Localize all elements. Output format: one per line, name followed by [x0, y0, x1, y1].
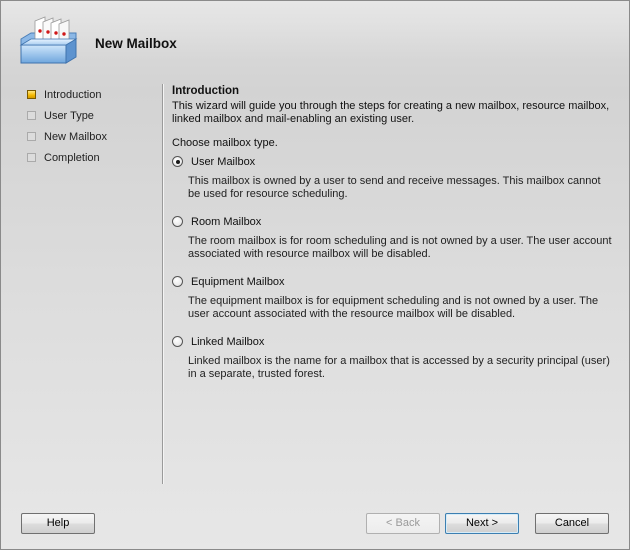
- equipment-mailbox-radio-row[interactable]: Equipment Mailbox: [172, 273, 612, 290]
- nav-divider: [162, 84, 163, 484]
- linked-mailbox-radio[interactable]: [172, 336, 183, 347]
- room-mailbox-radio-row[interactable]: Room Mailbox: [172, 213, 612, 230]
- step-active-indicator-icon: [27, 90, 36, 99]
- user-mailbox-label[interactable]: User Mailbox: [191, 156, 255, 168]
- step-navigation: Introduction User Type New Mailbox Compl…: [27, 84, 157, 168]
- nav-step-completion[interactable]: Completion: [27, 147, 157, 168]
- intro-text: This wizard will guide you through the s…: [172, 100, 610, 125]
- option-equipment-mailbox: Equipment Mailbox The equipment mailbox …: [172, 273, 612, 321]
- wizard-header: New Mailbox: [1, 1, 629, 79]
- room-mailbox-description: The room mailbox is for room scheduling …: [188, 235, 612, 260]
- choose-mailbox-type-label: Choose mailbox type.: [172, 137, 278, 149]
- wizard-content: Introduction This wizard will guide you …: [172, 85, 612, 393]
- nav-step-label: Completion: [44, 151, 100, 164]
- next-button[interactable]: Next >: [445, 513, 519, 534]
- cancel-button[interactable]: Cancel: [535, 513, 609, 534]
- step-pending-indicator-icon: [27, 132, 36, 141]
- option-user-mailbox: User Mailbox This mailbox is owned by a …: [172, 153, 612, 201]
- user-mailbox-description: This mailbox is owned by a user to send …: [188, 175, 601, 200]
- equipment-mailbox-radio[interactable]: [172, 276, 183, 287]
- wizard-window: New Mailbox Introduction User Type New M…: [0, 0, 630, 550]
- nav-step-introduction[interactable]: Introduction: [27, 84, 157, 105]
- help-button[interactable]: Help: [21, 513, 95, 534]
- nav-step-new-mailbox[interactable]: New Mailbox: [27, 126, 157, 147]
- linked-mailbox-label[interactable]: Linked Mailbox: [191, 336, 264, 348]
- option-room-mailbox: Room Mailbox The room mailbox is for roo…: [172, 213, 612, 261]
- nav-step-user-type[interactable]: User Type: [27, 105, 157, 126]
- nav-step-label: Introduction: [44, 88, 102, 101]
- step-pending-indicator-icon: [27, 111, 36, 120]
- linked-mailbox-description: Linked mailbox is the name for a mailbox…: [188, 355, 610, 380]
- nav-step-label: New Mailbox: [44, 130, 107, 143]
- room-mailbox-label[interactable]: Room Mailbox: [191, 216, 261, 228]
- nav-step-label: User Type: [44, 109, 94, 122]
- wizard-title: New Mailbox: [95, 36, 177, 51]
- user-mailbox-radio[interactable]: [172, 156, 183, 167]
- back-button[interactable]: < Back: [366, 513, 440, 534]
- room-mailbox-radio[interactable]: [172, 216, 183, 227]
- mailbox-icon: [19, 16, 78, 64]
- equipment-mailbox-label[interactable]: Equipment Mailbox: [191, 276, 285, 288]
- linked-mailbox-radio-row[interactable]: Linked Mailbox: [172, 333, 612, 350]
- equipment-mailbox-description: The equipment mailbox is for equipment s…: [188, 295, 599, 320]
- section-title: Introduction: [172, 85, 240, 97]
- option-linked-mailbox: Linked Mailbox Linked mailbox is the nam…: [172, 333, 612, 381]
- step-pending-indicator-icon: [27, 153, 36, 162]
- user-mailbox-radio-row[interactable]: User Mailbox: [172, 153, 612, 170]
